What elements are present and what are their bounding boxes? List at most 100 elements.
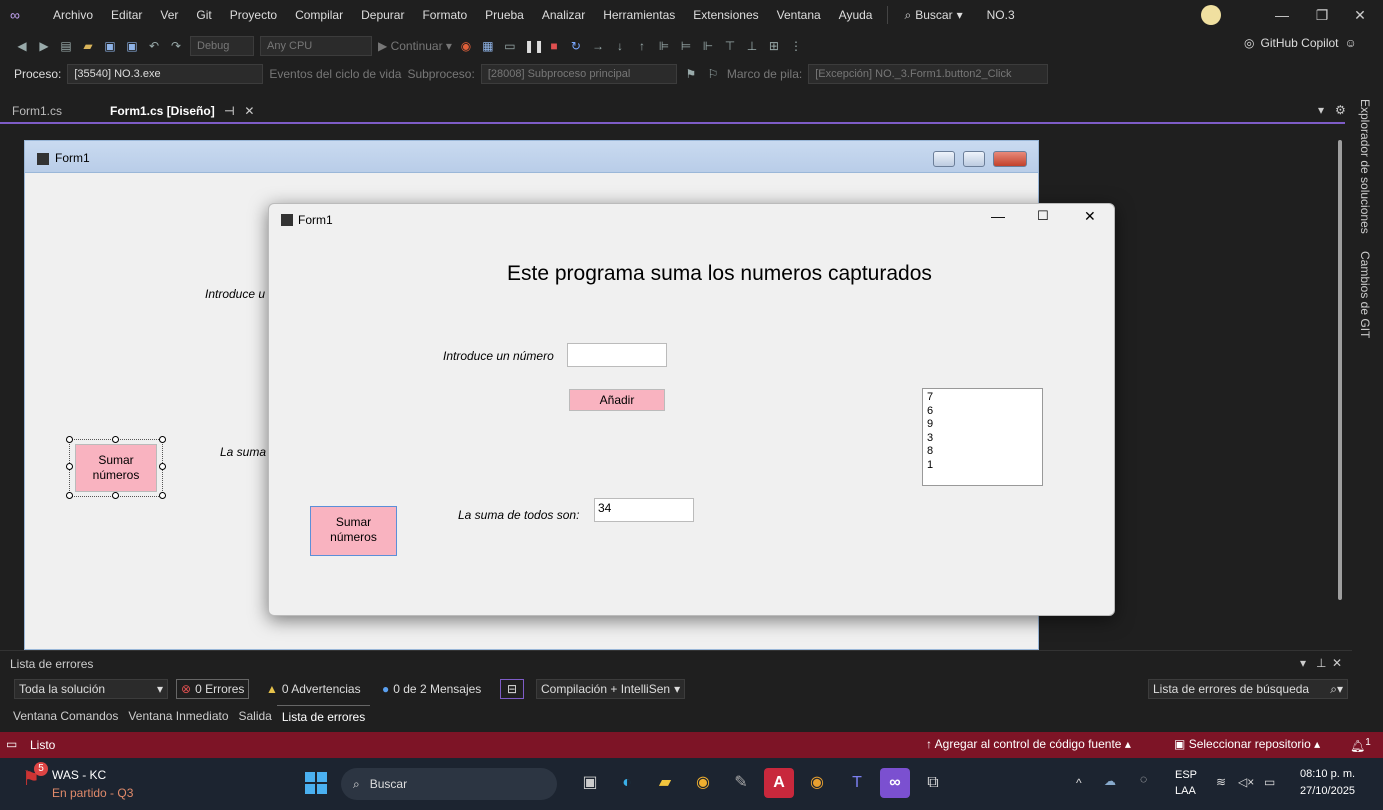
tab-output[interactable]: Salida: [234, 705, 277, 727]
language-indicator[interactable]: ESP: [1175, 769, 1197, 781]
menu-depurar[interactable]: Depurar: [352, 0, 413, 30]
thread-select[interactable]: [28008] Subproceso principal: [480, 64, 677, 84]
select-repository-button[interactable]: ▣ Seleccionar repositorio ▴: [1174, 737, 1320, 751]
wifi-icon[interactable]: ≋: [1216, 775, 1226, 789]
tab-form1-design[interactable]: Form1.cs [Diseño] ⊣ ✕: [102, 100, 263, 122]
menu-compilar[interactable]: Compilar: [286, 0, 352, 30]
volume-muted-icon[interactable]: ◁×: [1238, 775, 1254, 789]
open-folder-icon[interactable]: ▰: [80, 38, 96, 54]
close-icon[interactable]: ✕: [1084, 208, 1096, 225]
resize-handle[interactable]: [112, 436, 119, 443]
resize-handle[interactable]: [66, 463, 73, 470]
platform-select[interactable]: Any CPU: [260, 36, 372, 56]
widget-subtitle[interactable]: En partido - Q3: [52, 786, 133, 800]
resize-handle[interactable]: [159, 436, 166, 443]
widget-title[interactable]: WAS - KC: [52, 768, 106, 782]
redo-icon[interactable]: ↷: [168, 38, 184, 54]
align-left-icon[interactable]: ⊫: [656, 38, 672, 54]
spacing-icon[interactable]: ⋮: [788, 38, 804, 54]
restore-icon[interactable]: ❐: [1302, 0, 1342, 30]
list-item[interactable]: 7: [927, 391, 1038, 405]
clock-date[interactable]: 27/10/2025: [1300, 785, 1355, 797]
save-icon[interactable]: ▣: [102, 38, 118, 54]
tab-form1-cs[interactable]: Form1.cs: [4, 100, 70, 122]
tab-immediate-window[interactable]: Ventana Inmediato: [123, 705, 233, 727]
continue-button[interactable]: ▶ Continuar ▾: [378, 39, 452, 53]
tab-overflow-icon[interactable]: ▾: [1318, 103, 1324, 117]
list-item[interactable]: 9: [927, 418, 1038, 432]
menu-extensiones[interactable]: Extensiones: [684, 0, 767, 30]
list-item[interactable]: 8: [927, 445, 1038, 459]
sum-button[interactable]: Sumar números: [310, 506, 397, 556]
resize-handle[interactable]: [112, 492, 119, 499]
notifications-icon[interactable]: 🔔︎1: [1350, 737, 1371, 753]
layout-icon[interactable]: ▭: [502, 38, 518, 54]
paint-icon[interactable]: ✎: [726, 768, 756, 798]
edge-icon[interactable]: ◐: [612, 768, 642, 798]
nfl-weather-icon[interactable]: ⚑ 5: [22, 762, 48, 796]
tab-command-window[interactable]: Ventana Comandos: [8, 705, 123, 727]
undo-icon[interactable]: ↶: [146, 38, 162, 54]
step-over-icon[interactable]: ↓: [612, 38, 628, 54]
add-button[interactable]: Añadir: [569, 389, 665, 411]
warnings-filter[interactable]: ▲ 0 Advertencias: [262, 679, 365, 699]
sum-output[interactable]: 34: [594, 498, 694, 522]
menu-analizar[interactable]: Analizar: [533, 0, 594, 30]
align-middle-icon[interactable]: ⊥: [744, 38, 760, 54]
list-item[interactable]: 3: [927, 432, 1038, 446]
pin-icon[interactable]: ⊥: [1316, 656, 1326, 670]
toolbox-icon[interactable]: ▦: [480, 38, 496, 54]
solution-explorer-tab[interactable]: Explorador de soluciones: [1358, 99, 1372, 234]
minimize-icon[interactable]: —: [1262, 0, 1302, 30]
pin-icon[interactable]: ⊣: [224, 104, 235, 118]
step-into-icon[interactable]: →: [590, 38, 606, 54]
keyboard-layout[interactable]: LAA: [1175, 785, 1196, 797]
menu-formato[interactable]: Formato: [413, 0, 476, 30]
taskbar-search[interactable]: ⌕ Buscar: [341, 768, 557, 800]
autocad-icon[interactable]: A: [764, 768, 794, 798]
resize-handle[interactable]: [159, 492, 166, 499]
align-center-icon[interactable]: ⊨: [678, 38, 694, 54]
scope-select[interactable]: Toda la solución ▾: [14, 679, 168, 699]
errors-filter[interactable]: ⊗ 0 Errores: [176, 679, 250, 699]
menu-ventana[interactable]: Ventana: [768, 0, 830, 30]
pause-icon[interactable]: ❚❚: [524, 38, 544, 54]
github-copilot-button[interactable]: ◎ GitHub Copilot ☺: [1244, 36, 1357, 50]
resize-handle[interactable]: [66, 492, 73, 499]
save-all-icon[interactable]: ▣: [124, 38, 140, 54]
battery-icon[interactable]: ▭: [1264, 775, 1275, 789]
step-out-icon[interactable]: ↑: [634, 38, 650, 54]
error-search-input[interactable]: Lista de errores de búsqueda ⌕▾: [1148, 679, 1348, 699]
forward-icon[interactable]: ▶: [36, 38, 52, 54]
threads-icon[interactable]: ⚐: [705, 66, 721, 82]
align-right-icon[interactable]: ⊩: [700, 38, 716, 54]
menu-proyecto[interactable]: Proyecto: [221, 0, 286, 30]
visual-studio-taskbar-icon[interactable]: ∞: [880, 768, 910, 798]
number-input[interactable]: [567, 343, 667, 367]
windows-start-icon[interactable]: [305, 772, 327, 794]
build-filter-select[interactable]: Compilación + IntelliSen ▾: [536, 679, 686, 699]
design-sum-label[interactable]: La suma: [220, 445, 266, 459]
file-explorer-icon[interactable]: ▰: [650, 768, 680, 798]
tray-app-icon[interactable]: ☁: [1104, 774, 1116, 788]
tab-error-list[interactable]: Lista de errores: [276, 705, 371, 727]
messages-filter[interactable]: ● 0 de 2 Mensajes: [378, 679, 485, 699]
user-avatar[interactable]: [1201, 5, 1221, 25]
visual-studio-logo-icon[interactable]: ∞: [10, 8, 32, 22]
menu-ayuda[interactable]: Ayuda: [830, 0, 882, 30]
list-item[interactable]: 6: [927, 405, 1038, 419]
stack-frame-select[interactable]: [Excepción] NO._3.Form1.button2_Click: [808, 64, 1049, 84]
settings-gear-icon[interactable]: ⚙: [1335, 103, 1346, 117]
restart-icon[interactable]: ↻: [568, 38, 584, 54]
design-sum-button[interactable]: Sumar números: [75, 444, 157, 492]
clock-time[interactable]: 08:10 p. m.: [1300, 768, 1355, 780]
numbers-listbox[interactable]: 7 6 9 3 8 1: [922, 388, 1043, 486]
design-intro-label[interactable]: Introduce u: [205, 287, 265, 301]
scrollbar-thumb[interactable]: [1338, 140, 1342, 600]
resize-handle[interactable]: [66, 436, 73, 443]
add-source-control-button[interactable]: ↑ Agregar al control de código fuente ▴: [926, 737, 1131, 751]
menu-ver[interactable]: Ver: [151, 0, 187, 30]
stop-icon[interactable]: ■: [546, 38, 562, 54]
menu-prueba[interactable]: Prueba: [476, 0, 533, 30]
align-top-icon[interactable]: ⊤: [722, 38, 738, 54]
